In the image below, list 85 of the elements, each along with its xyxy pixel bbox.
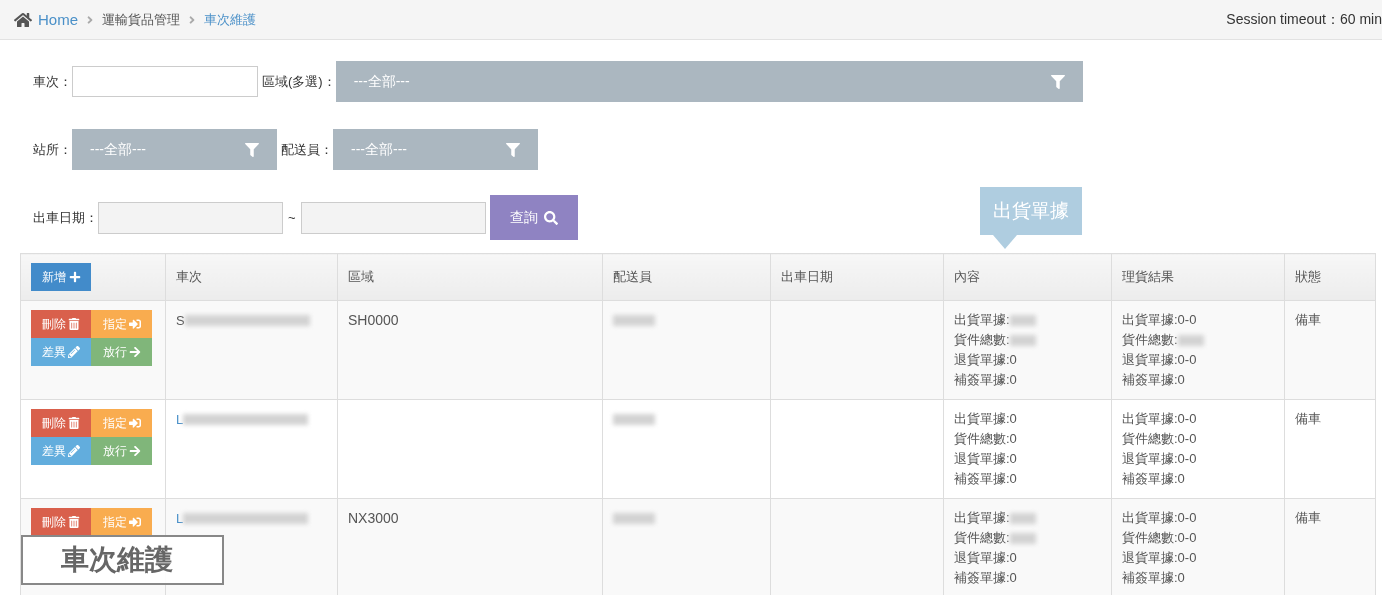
column-header: 車次 <box>165 253 338 301</box>
trip-link[interactable]: L <box>176 411 184 427</box>
action-button[interactable]: 放行 <box>91 437 152 465</box>
summary-line: 退貨單據:0 <box>954 351 1017 369</box>
status-text: 備車 <box>1295 311 1321 329</box>
summary-line: 貨件總數:0-0 <box>1122 430 1197 448</box>
breadcrumb-item: 車次維護 <box>204 10 256 29</box>
summary-line: 退貨單據:0-0 <box>1122 549 1197 567</box>
field-label: 站所： <box>33 140 72 159</box>
summary-line: 補簽單據:0 <box>1122 470 1185 488</box>
sign-in-icon <box>128 516 141 528</box>
add-button[interactable]: 新增 <box>31 263 91 291</box>
action-button[interactable]: 差異 <box>31 437 91 465</box>
trip-input[interactable] <box>72 66 258 97</box>
summary-line: 出貨單據:0 <box>954 410 1017 428</box>
action-button[interactable]: 刪除 <box>31 409 91 437</box>
summary-line: 補簽單據:0 <box>1122 569 1185 587</box>
pencil-icon <box>68 445 80 457</box>
filter-icon <box>245 142 259 157</box>
summary-line: 退貨單據:0-0 <box>1122 450 1197 468</box>
pencil-icon <box>68 346 80 358</box>
tooltip-arrow-icon <box>993 235 1017 249</box>
summary-line: 補簽單據:0 <box>954 470 1017 488</box>
action-button[interactable]: 指定 <box>91 409 152 437</box>
action-button[interactable]: 刪除 <box>31 310 91 338</box>
summary-line: 補簽單據:0 <box>1122 371 1185 389</box>
search-icon <box>543 210 558 225</box>
summary-line: 退貨單據:0 <box>954 549 1017 567</box>
breadcrumb-item[interactable]: 運輸貨品管理 <box>102 10 180 29</box>
action-button[interactable]: 指定 <box>91 508 152 536</box>
column-header: 區域 <box>337 253 603 301</box>
summary-line: 貨件總數: <box>954 331 1010 349</box>
field-label: 配送員： <box>281 140 333 159</box>
summary-line: 補簽單據:0 <box>954 371 1017 389</box>
sign-in-icon <box>128 417 141 429</box>
action-button[interactable]: 差異 <box>31 338 91 366</box>
session-timeout: Session timeout：60 min <box>1226 10 1382 29</box>
filter-icon <box>1050 74 1065 89</box>
page-title-label: 車次維護 <box>21 535 224 585</box>
summary-line: 出貨單據:0-0 <box>1122 311 1197 329</box>
driver-select[interactable]: ---全部--- <box>333 129 538 170</box>
search-button[interactable]: 查詢 <box>489 195 578 240</box>
area-select[interactable]: ---全部--- <box>335 61 1083 102</box>
station-select[interactable]: ---全部--- <box>72 129 277 170</box>
breadcrumb-item[interactable]: Home <box>38 11 78 28</box>
home-icon[interactable] <box>14 10 32 29</box>
column-header: 狀態 <box>1284 253 1376 301</box>
trip-number: S <box>176 312 185 328</box>
field-label: 出車日期： <box>33 208 98 227</box>
field-label: 區域(多選)： <box>262 72 336 91</box>
trash-icon <box>68 417 80 429</box>
plus-icon <box>68 271 81 283</box>
filter-icon <box>506 142 520 157</box>
summary-line: 貨件總數: <box>1122 331 1178 349</box>
summary-line: 退貨單據:0-0 <box>1122 351 1197 369</box>
trash-icon <box>68 516 80 528</box>
action-button[interactable]: 刪除 <box>31 508 91 536</box>
summary-line: 貨件總數:0 <box>954 430 1017 448</box>
action-button[interactable]: 指定 <box>91 310 152 338</box>
range-separator: ~ <box>288 210 296 225</box>
column-header: 理貨結果 <box>1111 253 1285 301</box>
summary-line: 出貨單據:0-0 <box>1122 509 1197 527</box>
area-code: SH0000 <box>348 312 399 328</box>
trip-link[interactable]: L <box>176 510 184 526</box>
summary-line: 補簽單據:0 <box>954 569 1017 587</box>
column-header: 出車日期 <box>770 253 944 301</box>
column-header: 配送員 <box>602 253 771 301</box>
summary-line: 貨件總數:0-0 <box>1122 529 1197 547</box>
arrow-icon <box>128 346 141 358</box>
field-label: 車次： <box>33 72 72 91</box>
summary-line: 出貨單據:0-0 <box>1122 410 1197 428</box>
area-code: NX3000 <box>348 510 399 526</box>
action-button[interactable]: 放行 <box>91 338 152 366</box>
summary-line: 貨件總數: <box>954 529 1010 547</box>
date-input[interactable] <box>300 201 486 234</box>
column-header: 內容 <box>943 253 1112 301</box>
trash-icon <box>68 318 80 330</box>
sign-in-icon <box>128 318 141 330</box>
arrow-icon <box>128 445 141 457</box>
status-text: 備車 <box>1295 410 1321 428</box>
date-input[interactable] <box>98 201 283 234</box>
summary-line: 退貨單據:0 <box>954 450 1017 468</box>
summary-line: 出貨單據: <box>954 311 1010 329</box>
status-text: 備車 <box>1295 509 1321 527</box>
summary-line: 出貨單據: <box>954 509 1010 527</box>
